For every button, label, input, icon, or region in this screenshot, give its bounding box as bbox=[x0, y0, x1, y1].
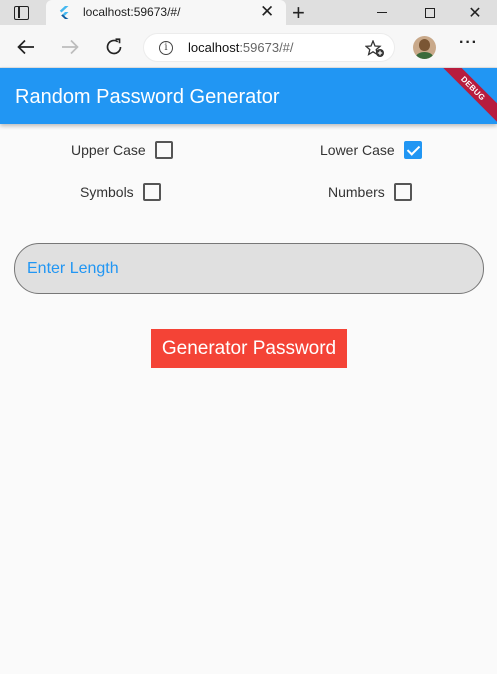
new-tab-icon[interactable]: + bbox=[292, 0, 305, 25]
tab-actions-menu-icon[interactable] bbox=[14, 6, 29, 20]
forward-button[interactable] bbox=[57, 34, 83, 60]
app-bar: Random Password Generator DEBUG bbox=[0, 68, 497, 124]
length-field[interactable] bbox=[14, 243, 484, 294]
add-favorite-icon[interactable] bbox=[365, 40, 385, 58]
maximize-button[interactable] bbox=[410, 0, 450, 25]
maximize-icon bbox=[425, 7, 435, 18]
minimize-icon bbox=[377, 12, 387, 13]
reload-button[interactable] bbox=[101, 34, 127, 60]
browser-titlebar: localhost:59673/#/ ✕ + ✕ bbox=[0, 0, 497, 25]
browser-tab[interactable]: localhost:59673/#/ ✕ bbox=[46, 0, 286, 25]
generate-password-button[interactable]: Generator Password bbox=[151, 329, 347, 368]
address-bar[interactable]: i localhost:59673/#/ bbox=[143, 33, 395, 62]
forward-arrow-icon bbox=[62, 39, 79, 55]
length-input[interactable] bbox=[27, 244, 467, 293]
tab-title: localhost:59673/#/ bbox=[83, 5, 181, 19]
url-text[interactable]: localhost:59673/#/ bbox=[188, 40, 294, 55]
url-path: :59673/#/ bbox=[239, 40, 294, 55]
symbols-checkbox[interactable] bbox=[142, 183, 161, 201]
option-lower-case[interactable]: Lower Case bbox=[320, 141, 422, 159]
profile-avatar[interactable] bbox=[413, 36, 436, 59]
option-label: Numbers bbox=[328, 184, 385, 200]
flutter-favicon-icon bbox=[59, 6, 69, 19]
option-upper-case[interactable]: Upper Case bbox=[71, 141, 173, 159]
back-button[interactable] bbox=[13, 34, 39, 60]
option-symbols[interactable]: Symbols bbox=[80, 183, 161, 201]
url-host: localhost bbox=[188, 40, 240, 55]
back-arrow-icon bbox=[17, 39, 34, 55]
more-options-icon[interactable]: ··· bbox=[459, 34, 478, 52]
page-title: Random Password Generator bbox=[15, 86, 280, 108]
option-label: Symbols bbox=[80, 184, 134, 200]
upper-case-checkbox[interactable] bbox=[154, 141, 173, 159]
debug-banner: DEBUG bbox=[433, 68, 497, 124]
option-numbers[interactable]: Numbers bbox=[328, 183, 412, 201]
browser-toolbar: i localhost:59673/#/ ··· bbox=[0, 25, 497, 68]
lower-case-checkbox[interactable] bbox=[403, 141, 422, 159]
numbers-checkbox[interactable] bbox=[393, 183, 412, 201]
tab-close-icon[interactable]: ✕ bbox=[260, 2, 274, 22]
reload-icon bbox=[106, 38, 122, 55]
option-label: Upper Case bbox=[71, 142, 146, 158]
site-info-icon[interactable]: i bbox=[159, 41, 173, 55]
close-window-button[interactable]: ✕ bbox=[455, 0, 495, 25]
option-label: Lower Case bbox=[320, 142, 395, 158]
minimize-button[interactable] bbox=[362, 0, 402, 25]
